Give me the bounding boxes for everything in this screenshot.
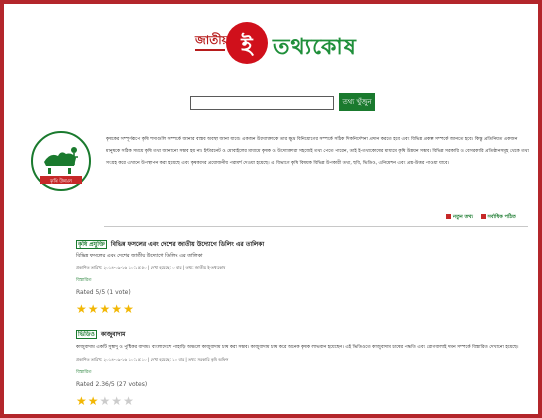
logo-underline	[195, 49, 225, 51]
star-icon[interactable]: ★	[123, 395, 134, 407]
entry-heading: কৃষি প্রযুক্তি বিভিন্ন ফসলের এবং দেশের জ…	[76, 240, 532, 250]
rating-text: Rated 5/5 (1 vote)	[76, 289, 131, 296]
bullet-icon	[480, 214, 486, 219]
star-icon[interactable]: ★	[111, 395, 122, 407]
list-item: কৃষি প্রযুক্তি বিভিন্ন ফসলের এবং দেশের জ…	[76, 240, 532, 315]
star-rating[interactable]: ★★★★★	[76, 298, 532, 315]
intro-paragraph: কৃষকের সম্পূর্ণরূপে কৃষি শস্যগুলি সম্পর্…	[106, 137, 529, 166]
star-icon[interactable]: ★	[76, 303, 87, 315]
logo-circle-icon: ই	[226, 22, 268, 64]
most-read-label: সর্বাধিক পঠিত	[487, 214, 516, 220]
star-icon[interactable]: ★	[100, 303, 111, 315]
entry-title[interactable]: কাজুবাদাম	[101, 331, 126, 338]
star-rating[interactable]: ★★★★★	[76, 390, 532, 407]
star-icon[interactable]: ★	[100, 395, 111, 407]
list-item: ভিডিও কাজুবাদাম কাজুবাদাম একটি সুস্বাদু …	[76, 330, 532, 407]
top-links: নতুন তথ্য সর্বাধিক পঠিত	[440, 214, 516, 222]
details-link[interactable]: বিস্তারিত	[76, 369, 532, 376]
star-icon[interactable]: ★	[76, 395, 87, 407]
category-tag[interactable]: ভিডিও	[76, 330, 97, 339]
entry-title[interactable]: বিভিন্ন ফসলের এবং দেশের জাতীয় উদ্যোগে ড…	[111, 241, 264, 248]
entry-subtitle: বিভিন্ন ফসলের এবং দেশের জাতীয় উদ্যোগে ড…	[76, 253, 203, 259]
content-divider	[104, 226, 528, 227]
most-read-link[interactable]: সর্বাধিক পঠিত	[480, 214, 516, 220]
logo-title: তথ্যকোষ	[273, 35, 357, 60]
category-tag[interactable]: কৃষি প্রযুক্তি	[76, 240, 107, 249]
agriculture-logo-icon: কৃষি উন্নয়ন	[31, 131, 91, 191]
rating-text: Rated 2.36/5 (27 votes)	[76, 381, 148, 388]
new-info-label: নতুন তথ্য	[453, 214, 473, 220]
entry-body: কাজুবাদাম একটি সুস্বাদু ও পুষ্টিকর বাদাম…	[76, 345, 519, 350]
details-link[interactable]: বিস্তারিত	[76, 277, 532, 284]
intro-logo-text: কৃষি উন্নয়ন	[49, 178, 73, 185]
star-icon[interactable]: ★	[88, 303, 99, 315]
site-logo[interactable]: জাতীয় ই তথ্যকোষ	[193, 18, 363, 78]
bullet-icon	[446, 214, 451, 219]
new-info-link[interactable]: নতুন তথ্য	[446, 214, 473, 220]
entry-meta: প্রকাশিত তারিখ: ২০১৪-০৯-১৬ ১০:১৫:১০ | দে…	[76, 357, 229, 362]
star-icon[interactable]: ★	[123, 303, 134, 315]
star-icon[interactable]: ★	[111, 303, 122, 315]
star-icon[interactable]: ★	[88, 395, 99, 407]
entry-heading: ভিডিও কাজুবাদাম	[76, 330, 532, 340]
entry-meta: প্রকাশিত তারিখ: ২০১৪-০৯-১৬ ১০:১৫:৫০ | দে…	[76, 265, 226, 270]
search-button[interactable]: তথ্য খুঁজুন	[339, 93, 375, 111]
logo-circle-letter: ই	[241, 34, 253, 59]
search-input[interactable]	[190, 96, 334, 110]
page-frame: জাতীয় ই তথ্যকোষ তথ্য খুঁজুন কৃষি উন্নয়…	[0, 0, 542, 418]
